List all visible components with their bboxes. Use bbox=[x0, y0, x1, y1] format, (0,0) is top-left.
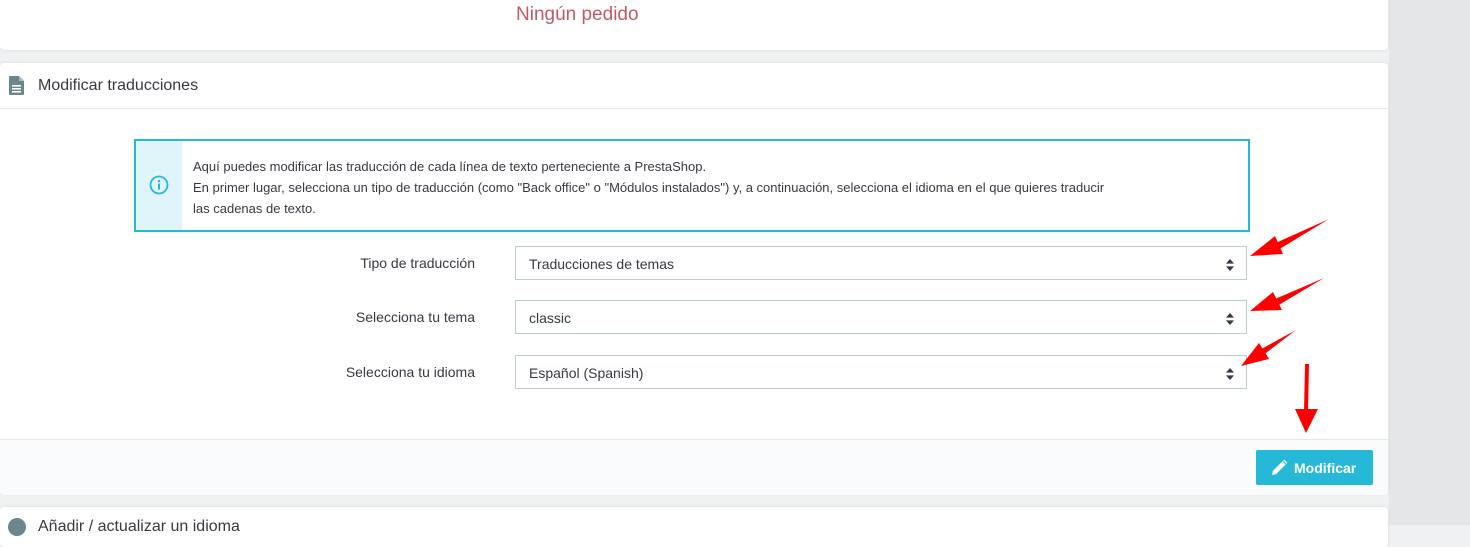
panel-title: Modificar traducciones bbox=[38, 77, 199, 94]
language-value: Español (Spanish) bbox=[529, 365, 644, 381]
info-circle-icon bbox=[149, 175, 169, 200]
info-alert: Aquí puedes modificar las traducción de … bbox=[134, 139, 1250, 232]
translation-type-value: Traducciones de temas bbox=[529, 256, 674, 272]
add-language-panel: Añadir / actualizar un idioma bbox=[0, 507, 1388, 547]
sort-caret-icon bbox=[1226, 258, 1234, 276]
orders-panel: Ningún pedido bbox=[0, 0, 1388, 50]
sort-caret-icon bbox=[1226, 367, 1234, 385]
language-select[interactable]: Español (Spanish) bbox=[515, 355, 1247, 389]
right-gutter bbox=[1389, 0, 1470, 525]
theme-row: Selecciona tu tema classic bbox=[0, 300, 1388, 334]
translation-type-label: Tipo de traducción bbox=[360, 255, 475, 271]
pencil-icon bbox=[1272, 460, 1287, 478]
info-line: Aquí puedes modificar las traducción de … bbox=[193, 159, 707, 174]
info-line: las cadenas de texto. bbox=[193, 201, 316, 216]
language-label: Selecciona tu idioma bbox=[345, 364, 475, 380]
panel-heading: Modificar traducciones bbox=[0, 63, 1388, 109]
theme-select[interactable]: classic bbox=[515, 300, 1247, 334]
modify-button-label: Modificar bbox=[1294, 460, 1357, 476]
language-row: Selecciona tu idioma Español (Spanish) bbox=[0, 355, 1388, 389]
translation-type-row: Tipo de traducción Traducciones de temas bbox=[0, 246, 1388, 280]
document-icon bbox=[9, 76, 24, 100]
info-line: En primer lugar, selecciona un tipo de t… bbox=[193, 180, 1105, 195]
info-alert-icon-area bbox=[136, 141, 182, 230]
translation-type-select[interactable]: Traducciones de temas bbox=[515, 246, 1247, 280]
add-language-title: Añadir / actualizar un idioma bbox=[38, 518, 240, 535]
info-alert-text: Aquí puedes modificar las traducción de … bbox=[193, 156, 1233, 219]
theme-label: Selecciona tu tema bbox=[355, 309, 475, 325]
no-orders-text: Ningún pedido bbox=[516, 4, 639, 25]
sort-caret-icon bbox=[1226, 312, 1234, 330]
modify-button[interactable]: Modificar bbox=[1256, 450, 1373, 485]
panel-footer: Modificar bbox=[0, 439, 1388, 495]
globe-icon bbox=[8, 518, 26, 536]
theme-value: classic bbox=[529, 310, 572, 326]
modify-translations-panel: Modificar traducciones Aquí puedes modif… bbox=[0, 63, 1388, 495]
